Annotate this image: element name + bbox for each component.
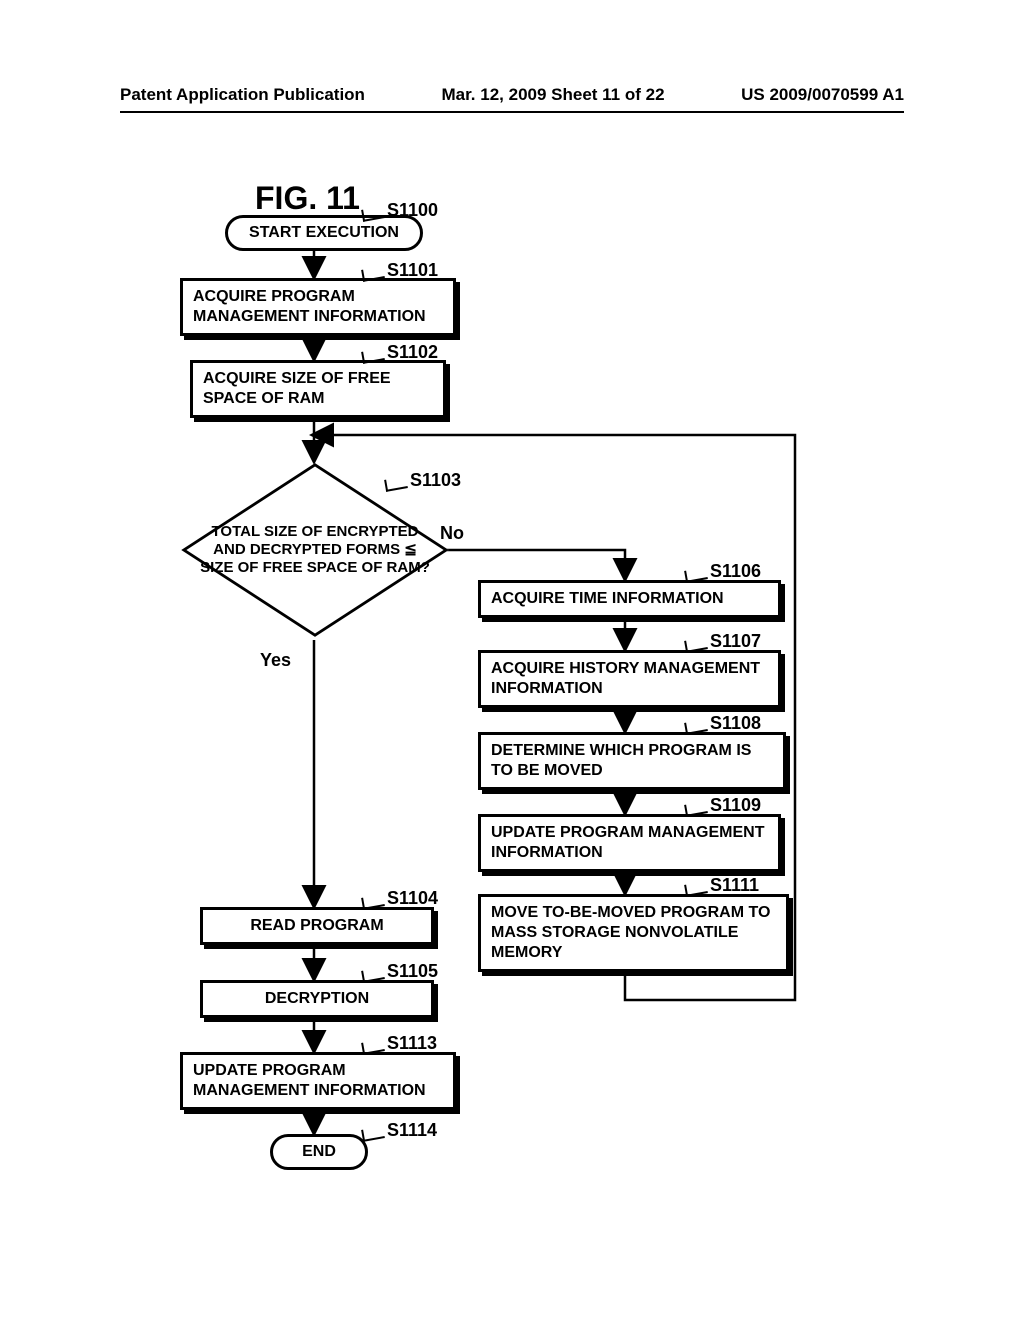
process-determine-program: DETERMINE WHICH PROGRAM IS TO BE MOVED (478, 732, 786, 790)
step-text: START EXECUTION (249, 224, 399, 241)
step-id: S1107 (710, 631, 761, 652)
step-id: S1104 (387, 888, 438, 909)
process-acquire-ram-free: ACQUIRE SIZE OF FREE SPACE OF RAM (190, 360, 446, 418)
step-text: END (302, 1143, 336, 1160)
step-id: S1114 (387, 1120, 437, 1141)
step-text: READ PROGRAM (250, 917, 383, 934)
header-left: Patent Application Publication (120, 85, 365, 105)
step-text: ACQUIRE HISTORY MANAGEMENT INFORMATION (491, 660, 760, 697)
step-id: S1105 (387, 961, 438, 982)
step-text: UPDATE PROGRAM MANAGEMENT INFORMATION (193, 1062, 426, 1099)
step-text: UPDATE PROGRAM MANAGEMENT INFORMATION (491, 824, 764, 861)
page-header: Patent Application Publication Mar. 12, … (120, 85, 904, 113)
step-text: DETERMINE WHICH PROGRAM IS TO BE MOVED (491, 742, 751, 779)
step-id: S1100 (387, 200, 438, 221)
process-acquire-time: ACQUIRE TIME INFORMATION (478, 580, 781, 618)
edge-yes: Yes (260, 650, 291, 671)
process-move-program: MOVE TO-BE-MOVED PROGRAM TO MASS STORAGE… (478, 894, 789, 972)
step-id: S1101 (387, 260, 438, 281)
process-read-program: READ PROGRAM (200, 907, 434, 945)
process-decryption: DECRYPTION (200, 980, 434, 1018)
step-id: S1108 (710, 713, 761, 734)
step-text: MOVE TO-BE-MOVED PROGRAM TO MASS STORAGE… (491, 904, 770, 961)
header-center: Mar. 12, 2009 Sheet 11 of 22 (442, 85, 665, 105)
flowchart: START EXECUTION S1100 ACQUIRE PROGRAM MA… (155, 210, 915, 1210)
step-id: S1102 (387, 342, 438, 363)
step-id: S1103 (410, 470, 461, 491)
process-acquire-program-mgmt: ACQUIRE PROGRAM MANAGEMENT INFORMATION (180, 278, 456, 336)
step-text: TOTAL SIZE OF ENCRYPTED AND DECRYPTED FO… (190, 523, 440, 577)
terminator-end: END (270, 1134, 368, 1170)
edge-no: No (440, 523, 464, 544)
step-id: S1113 (387, 1033, 437, 1054)
step-id: S1111 (710, 875, 759, 896)
process-acquire-history: ACQUIRE HISTORY MANAGEMENT INFORMATION (478, 650, 781, 708)
step-text: ACQUIRE TIME INFORMATION (491, 590, 724, 607)
step-id: S1109 (710, 795, 761, 816)
process-update-mgmt-right: UPDATE PROGRAM MANAGEMENT INFORMATION (478, 814, 781, 872)
header-right: US 2009/0070599 A1 (741, 85, 904, 105)
process-update-mgmt-left: UPDATE PROGRAM MANAGEMENT INFORMATION (180, 1052, 456, 1110)
step-text: ACQUIRE PROGRAM MANAGEMENT INFORMATION (193, 288, 426, 325)
step-text: ACQUIRE SIZE OF FREE SPACE OF RAM (203, 370, 391, 407)
step-id: S1106 (710, 561, 761, 582)
step-text: DECRYPTION (265, 990, 369, 1007)
